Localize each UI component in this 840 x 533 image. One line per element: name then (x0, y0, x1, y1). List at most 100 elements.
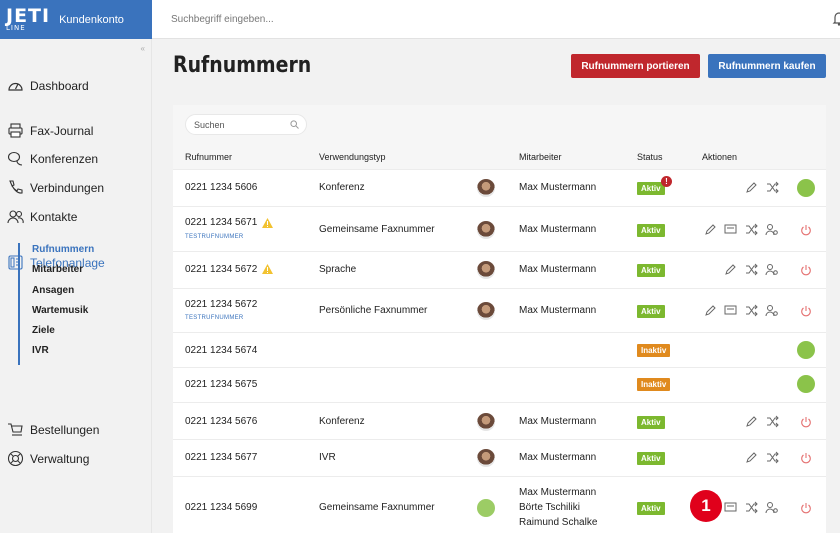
subnav-item-ivr[interactable]: IVR (32, 344, 94, 364)
shuffle-icon[interactable] (745, 304, 758, 317)
row-employee: Raimund Schalke (519, 517, 598, 528)
table-row[interactable]: 0221 1234 5676 Konferenz Max Mustermann … (173, 402, 826, 439)
row-number: 0221 1234 5676 (185, 416, 258, 427)
status-badge: Aktiv (637, 452, 665, 465)
power-off-icon[interactable] (800, 502, 812, 514)
sidebar-item-bestellungen[interactable]: Bestellungen (7, 421, 99, 438)
fax-icon[interactable] (724, 501, 737, 514)
row-number: 0221 1234 5671 (185, 217, 258, 228)
power-on-icon[interactable] (797, 341, 815, 359)
fax-icon[interactable] (724, 223, 737, 236)
power-off-icon[interactable] (800, 416, 812, 428)
power-on-icon[interactable] (797, 375, 815, 393)
buy-numbers-button[interactable]: Rufnummern kaufen (708, 54, 826, 78)
shuffle-icon[interactable] (766, 181, 779, 194)
sidebar-subnav: Rufnummern Mitarbeiter Ansagen Wartemusi… (18, 243, 94, 365)
shuffle-icon[interactable] (745, 223, 758, 236)
subnav-item-rufnummern[interactable]: Rufnummern (32, 243, 94, 263)
logo-bar[interactable]: JETI LINE Kundenkonto (0, 0, 152, 39)
sidebar-item-konferenzen[interactable]: Konferenzen (7, 150, 98, 167)
sidebar-item-dashboard[interactable]: Dashboard (7, 77, 89, 94)
test-number-label: TESTRUFNUMMER (185, 315, 244, 321)
table-row[interactable]: 0221 1234 5606 Konferenz Max Mustermann … (173, 169, 826, 206)
power-off-icon[interactable] (800, 305, 812, 317)
warning-icon (262, 218, 273, 228)
power-off-icon[interactable] (800, 452, 812, 464)
sidebar-item-kontakte[interactable]: Kontakte (7, 208, 77, 225)
col-status[interactable]: Status (637, 152, 663, 162)
table-search-placeholder: Suchen (194, 119, 225, 130)
col-mitarbeiter[interactable]: Mitarbeiter (519, 152, 562, 162)
row-type: Konferenz (319, 416, 365, 427)
table-row[interactable]: 0221 1234 5671 TESTRUFNUMMER Gemeinsame … (173, 206, 826, 251)
row-type: Gemeinsame Faxnummer (319, 224, 435, 235)
app-name: Kundenkonto (59, 13, 124, 26)
power-on-icon[interactable] (797, 179, 815, 197)
table-row[interactable]: 0221 1234 5672 TESTRUFNUMMER Persönliche… (173, 288, 826, 332)
logo[interactable]: JETI LINE Kundenkonto (6, 7, 124, 32)
search-icon (290, 120, 299, 129)
row-number: 0221 1234 5699 (185, 502, 258, 513)
shuffle-icon[interactable] (766, 415, 779, 428)
contacts-icon (7, 210, 24, 224)
edit-icon[interactable] (745, 415, 758, 428)
row-number: 0221 1234 5674 (185, 345, 258, 356)
phone-icon (9, 180, 23, 194)
global-search-input[interactable] (171, 13, 471, 25)
edit-icon[interactable] (745, 181, 758, 194)
power-off-icon[interactable] (800, 264, 812, 276)
row-employee: Börte Tschiliki (519, 502, 580, 513)
table-row[interactable]: 0221 1234 5674 Inaktiv (173, 332, 826, 367)
port-numbers-button[interactable]: Rufnummern portieren (571, 54, 700, 78)
avatar (477, 179, 495, 197)
col-verwendungstyp[interactable]: Verwendungstyp (319, 152, 386, 162)
row-employee: Max Mustermann (519, 452, 597, 463)
edit-icon[interactable] (704, 304, 717, 317)
sidebar-item-label: Bestellungen (30, 422, 100, 437)
subnav-item-mitarbeiter[interactable]: Mitarbeiter (32, 263, 94, 283)
user-settings-icon[interactable] (765, 501, 778, 514)
shuffle-icon[interactable] (766, 451, 779, 464)
sidebar-item-verbindungen[interactable]: Verbindungen (7, 179, 104, 196)
printer-icon (8, 123, 23, 138)
subnav-item-ziele[interactable]: Ziele (32, 324, 94, 344)
user-settings-icon[interactable] (765, 304, 778, 317)
row-type: Sprache (319, 264, 357, 275)
row-type: IVR (319, 452, 336, 463)
shuffle-icon[interactable] (745, 263, 758, 276)
user-settings-icon[interactable] (765, 263, 778, 276)
col-aktionen: Aktionen (702, 152, 738, 162)
fax-icon[interactable] (724, 304, 737, 317)
sidebar-item-verwaltung[interactable]: Verwaltung (7, 450, 89, 467)
status-badge: Inaktiv (637, 344, 671, 357)
subnav-item-wartemusik[interactable]: Wartemusik (32, 304, 94, 324)
col-rufnummer[interactable]: Rufnummer (185, 152, 232, 162)
subnav-item-ansagen[interactable]: Ansagen (32, 284, 94, 304)
bell-icon[interactable] (832, 11, 840, 26)
shuffle-icon[interactable] (745, 501, 758, 514)
sidebar-item-label: Verbindungen (30, 180, 105, 195)
sidebar-item-label: Konferenzen (30, 151, 99, 166)
table-row[interactable]: 0221 1234 5699 Gemeinsame Faxnummer Max … (173, 476, 826, 533)
edit-icon[interactable] (704, 223, 717, 236)
sidebar-item-fax-journal[interactable]: Fax-Journal (7, 122, 93, 139)
edit-icon[interactable] (724, 263, 737, 276)
row-number: 0221 1234 5672 (185, 299, 258, 310)
table-row[interactable]: 0221 1234 5677 IVR Max Mustermann Aktiv (173, 439, 826, 476)
help-icon (7, 450, 24, 467)
avatar (477, 261, 495, 279)
row-employees: Max Mustermann Börte Tschiliki Raimund S… (519, 485, 597, 530)
edit-icon[interactable] (745, 451, 758, 464)
table-search-input[interactable]: Suchen (185, 114, 307, 135)
collapse-sidebar-icon[interactable]: « (141, 44, 145, 53)
table-row[interactable]: 0221 1234 5672 Sprache Max Mustermann Ak… (173, 251, 826, 288)
callout-marker: 1 (690, 490, 722, 522)
row-employee: Max Mustermann (519, 224, 597, 235)
row-type: Gemeinsame Faxnummer (319, 502, 435, 513)
conference-icon (7, 151, 23, 166)
row-employee: Max Mustermann (519, 305, 597, 316)
avatar (477, 221, 495, 239)
user-settings-icon[interactable] (765, 223, 778, 236)
table-row[interactable]: 0221 1234 5675 Inaktiv (173, 367, 826, 402)
power-off-icon[interactable] (800, 224, 812, 236)
